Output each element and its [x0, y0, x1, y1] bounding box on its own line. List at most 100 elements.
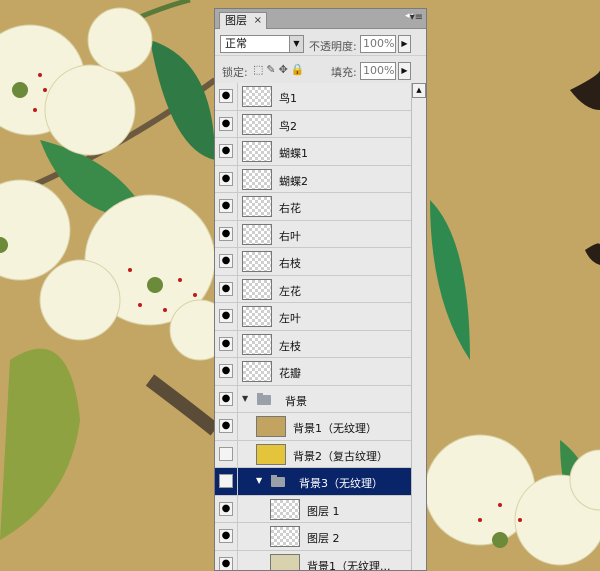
layer-thumbnail [242, 168, 272, 190]
layer-row[interactable]: ● 图层 1 [215, 495, 411, 523]
row-divider [237, 165, 238, 192]
lock-label: 锁定: [222, 66, 248, 79]
eye-icon[interactable]: ● [219, 281, 233, 296]
row-divider [237, 138, 238, 165]
blend-mode-select[interactable]: 正常 ▼ [220, 35, 304, 53]
row-divider [237, 468, 238, 495]
blend-row: 正常 ▼ 不透明度: 100% ▶ [215, 29, 426, 55]
eye-icon[interactable]: ● [219, 116, 233, 131]
opacity-input[interactable]: 100% [360, 35, 396, 53]
layer-row[interactable]: ● ▼ 背景 [215, 385, 411, 413]
layer-row[interactable]: ● 背景1（无纹理... [215, 550, 411, 570]
panel-menu-icon[interactable]: ▾≡ [410, 12, 423, 23]
layer-name: 鸟2 [279, 119, 297, 133]
row-divider [237, 385, 238, 412]
row-divider [237, 248, 238, 275]
eye-icon[interactable]: ● [219, 364, 233, 378]
layer-list: ● 鸟1 ● 鸟2 ● 蝴蝶1 ● 蝴蝶2 ● 右花 ● 右叶 ● 右枝 ● 左花 ● 左叶 ● 左枝 ● 花瓣 ● ▼ 背景 ●… [215, 83, 411, 570]
fill-arrow-icon[interactable]: ▶ [398, 62, 411, 80]
eye-icon[interactable]: ● [219, 446, 233, 461]
eye-icon[interactable]: ● [219, 529, 233, 543]
scroll-up-icon[interactable]: ▲ [412, 83, 426, 98]
opacity-label: 不透明度: [309, 40, 357, 53]
layer-name: 蝴蝶2 [279, 174, 308, 188]
layer-row[interactable]: ● 右花 [215, 193, 411, 221]
layer-thumbnail [242, 223, 272, 245]
layer-row[interactable]: ● 图层 2 [215, 523, 411, 551]
eye-icon[interactable]: ● [219, 474, 233, 488]
eye-icon[interactable]: ● [219, 391, 233, 406]
layer-row[interactable]: ● ▼ 背景3（无纹理） [215, 468, 411, 496]
eye-icon[interactable]: ● [219, 144, 233, 158]
tab-layers[interactable]: 图层 × [219, 12, 267, 29]
row-divider [237, 303, 238, 330]
layer-name: 背景 [285, 394, 307, 408]
panel-titlebar: 图层 × ◂◂ ▾≡ [215, 9, 426, 29]
close-icon[interactable]: × [254, 13, 262, 28]
layer-thumbnail [242, 141, 272, 162]
row-divider [237, 83, 238, 110]
scrollbar[interactable]: ▲ [411, 83, 426, 570]
eye-icon[interactable]: ● [219, 171, 233, 186]
layer-row[interactable]: ● 左花 [215, 275, 411, 303]
opacity-arrow-icon[interactable]: ▶ [398, 35, 411, 53]
layer-name: 右叶 [279, 229, 301, 243]
row-divider [237, 330, 238, 357]
layer-name: 蝴蝶1 [279, 147, 308, 160]
blend-mode-value: 正常 [225, 37, 247, 50]
fill-label: 填充: [331, 66, 357, 79]
eye-icon[interactable]: ● [219, 89, 233, 103]
layer-name: 鸟1 [279, 92, 297, 105]
layer-name: 背景3（无纹理） [299, 477, 383, 490]
layer-thumbnail [242, 113, 272, 135]
layer-row[interactable]: ● 蝴蝶2 [215, 165, 411, 193]
layers-panel: 图层 × ◂◂ ▾≡ 正常 ▼ 不透明度: 100% ▶ 锁定: ⬚✎✥🔒 填充… [214, 8, 427, 571]
row-divider [237, 413, 238, 440]
layer-name: 左叶 [279, 312, 301, 325]
layer-thumbnail [242, 333, 272, 355]
row-divider [237, 110, 238, 137]
layer-thumbnail [242, 196, 272, 217]
chevron-down-icon[interactable]: ▼ [289, 36, 303, 52]
layer-row[interactable]: ● 左枝 [215, 330, 411, 358]
layer-thumbnail [270, 498, 300, 520]
layer-thumbnail [242, 251, 272, 272]
layer-row[interactable]: ● 鸟2 [215, 110, 411, 138]
layer-row[interactable]: ● 鸟1 [215, 83, 411, 111]
eye-icon[interactable]: ● [219, 309, 233, 323]
tab-layers-label: 图层 [225, 14, 247, 27]
layer-row[interactable]: ● 背景1（无纹理） [215, 413, 411, 441]
eye-icon[interactable]: ● [219, 226, 233, 241]
eye-icon[interactable]: ● [219, 336, 233, 351]
layer-thumbnail [256, 416, 286, 437]
eye-icon[interactable]: ● [219, 501, 233, 516]
lock-row: 锁定: ⬚✎✥🔒 填充: 100% ▶ [215, 55, 426, 81]
layer-row[interactable]: ● 左叶 [215, 303, 411, 331]
layer-thumbnail [242, 306, 272, 327]
layer-thumbnail [270, 553, 300, 570]
eye-icon[interactable]: ● [219, 419, 233, 433]
layer-name: 花瓣 [279, 367, 301, 380]
layer-row[interactable]: ● 右叶 [215, 220, 411, 248]
row-divider [237, 523, 238, 550]
layer-name: 背景2（复古纹理） [293, 449, 388, 463]
layer-row[interactable]: ● 右枝 [215, 248, 411, 276]
fill-input[interactable]: 100% [360, 62, 396, 80]
layer-row[interactable]: ● 背景2（复古纹理） [215, 440, 411, 468]
eye-icon[interactable]: ● [219, 254, 233, 268]
layer-thumbnail [242, 86, 272, 107]
layer-thumbnail [256, 443, 286, 465]
folder-icon [257, 392, 271, 405]
layer-name: 右枝 [279, 257, 301, 270]
expand-arrow-icon[interactable]: ▼ [242, 394, 248, 403]
layer-name: 背景1（无纹理） [293, 422, 377, 435]
row-divider [237, 220, 238, 247]
layer-name: 左枝 [279, 339, 301, 353]
layer-row[interactable]: ● 花瓣 [215, 358, 411, 386]
eye-icon[interactable]: ● [219, 556, 233, 570]
eye-icon[interactable]: ● [219, 199, 233, 213]
lock-options-icon[interactable]: ⬚✎✥🔒 [253, 63, 308, 76]
layer-row[interactable]: ● 蝴蝶1 [215, 138, 411, 166]
layer-thumbnail [270, 526, 300, 547]
expand-arrow-icon[interactable]: ▼ [256, 476, 262, 485]
